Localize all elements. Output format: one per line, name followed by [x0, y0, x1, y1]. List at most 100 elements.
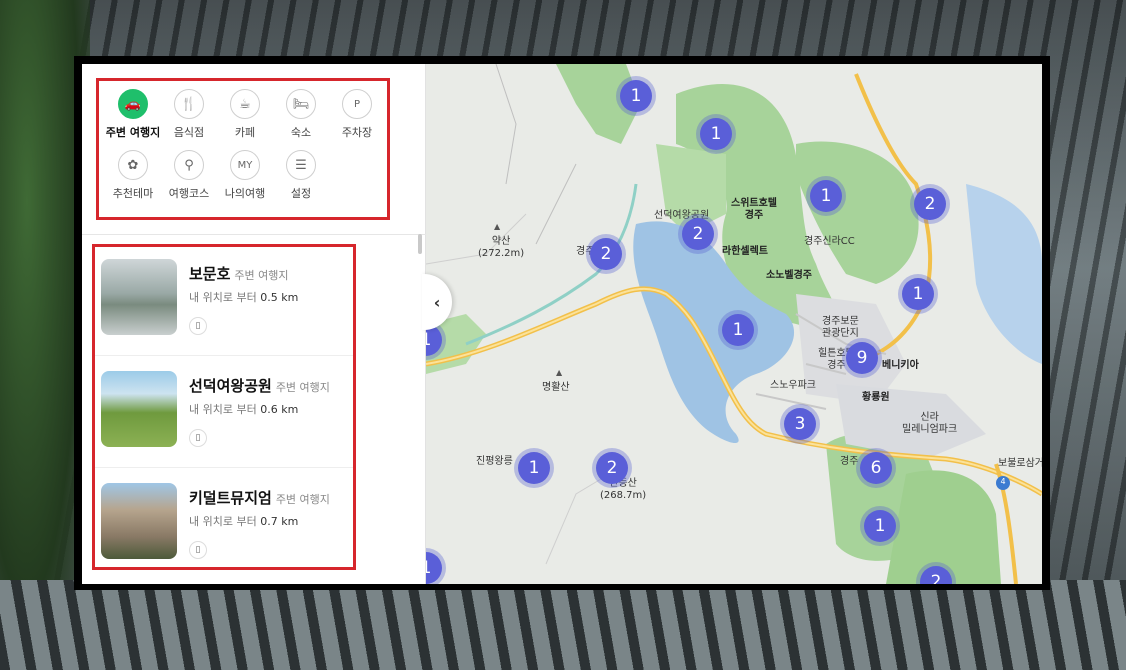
card-divider — [95, 355, 353, 356]
bookmark-icon[interactable]: ▯ — [189, 429, 207, 447]
cluster-count: 9 — [846, 342, 878, 374]
scrollbar[interactable] — [418, 234, 422, 254]
cluster-count: 1 — [864, 510, 896, 542]
cluster-count: 2 — [914, 188, 946, 220]
card-divider — [95, 467, 353, 468]
cluster-count: 2 — [682, 218, 714, 250]
app-frame: 🚗 주변 여행지 🍴 음식점 ☕ 카페 🛏 숙소 P 주차장 ✿ 추천테마 ⚲ 여행코스 MY 나의여행 ☰ 설정… — [74, 56, 1050, 590]
category-restaurant[interactable]: 🍴 음식점 — [161, 89, 217, 140]
bookmark-icon[interactable]: ▯ — [189, 317, 207, 335]
map-cluster-marker[interactable]: 2 — [592, 448, 632, 488]
place-name: 키덜트뮤지엄 주변 여행지 — [189, 489, 330, 507]
category-label: 음식점 — [173, 126, 205, 139]
map-cluster-marker[interactable]: 6 — [856, 448, 896, 488]
map-label-sonobel: 소노벨경주 — [766, 270, 812, 281]
map-label-yaksan: 약산 (272.2m) — [478, 236, 525, 259]
mountain-icon: ▲ — [556, 368, 563, 377]
sidebar: 🚗 주변 여행지 🍴 음식점 ☕ 카페 🛏 숙소 P 주차장 ✿ 추천테마 ⚲ 여행코스 MY 나의여행 ☰ 설정… — [82, 64, 426, 584]
route-icon: ⚲ — [174, 150, 204, 180]
map-cluster-marker[interactable]: 2 — [910, 184, 950, 224]
place-card-bomunho[interactable]: 보문호 주변 여행지 내 위치로 부터 0.5 km ▯ — [101, 255, 351, 355]
cluster-count: 6 — [860, 452, 892, 484]
category-theme[interactable]: ✿ 추천테마 — [105, 150, 161, 201]
map-cluster-marker[interactable]: 2 — [586, 234, 626, 274]
map-label-bomun-complex: 경주보문 관광단지 — [822, 316, 859, 339]
coffee-icon: ☕ — [230, 89, 260, 119]
cluster-count: 1 — [722, 314, 754, 346]
my-trip-icon: MY — [230, 150, 260, 180]
map-label-jinpyeong: 진평왕릉 — [476, 456, 513, 467]
place-card-kidult-museum[interactable]: 키덜트뮤지엄 주변 여행지 내 위치로 부터 0.7 km ▯ — [101, 479, 351, 579]
category-car[interactable]: 🚗 주변 여행지 — [105, 89, 161, 140]
route-4-shield-icon: 4 — [996, 476, 1010, 490]
map-cluster-marker[interactable]: 1 — [696, 114, 736, 154]
cluster-count: 1 — [620, 80, 652, 112]
map-label-shilla-cc: 경주신라CC — [804, 236, 855, 247]
mountain-icon: ▲ — [494, 222, 501, 231]
cluster-count: 1 — [902, 278, 934, 310]
category-bed[interactable]: 🛏 숙소 — [273, 89, 329, 140]
map-label-benikia: 베니키아 — [882, 360, 919, 371]
place-name: 선덕여왕공원 주변 여행지 — [189, 377, 330, 395]
cluster-count: 2 — [590, 238, 622, 270]
sidebar-divider — [82, 234, 426, 235]
place-thumbnail — [101, 259, 177, 335]
map-cluster-marker[interactable]: 1 — [514, 448, 554, 488]
background-roof-tiles — [0, 580, 1126, 670]
category-label: 주차장 — [341, 126, 373, 139]
chevron-left-icon: ‹ — [433, 292, 441, 312]
cluster-count: 2 — [596, 452, 628, 484]
category-label: 카페 — [234, 126, 256, 139]
map-cluster-marker[interactable]: 1 — [898, 274, 938, 314]
map-cluster-marker[interactable]: 2 — [678, 214, 718, 254]
map-cluster-marker[interactable]: 1 — [806, 176, 846, 216]
map-cluster-marker[interactable]: 1 — [616, 76, 656, 116]
map-label-lahan: 라한셀렉트 — [722, 246, 768, 257]
place-distance: 내 위치로 부터 0.5 km — [189, 291, 299, 304]
map-label-hwangnyongwon: 황룡원 — [862, 392, 890, 403]
map-view[interactable]: ▲ 약산(272.2m) ▲ 명활산 ▲ 한등산(268.7m) 스위트호텔경주… — [426, 64, 1042, 584]
map-cluster-marker[interactable]: 1 — [860, 506, 900, 546]
place-distance: 내 위치로 부터 0.7 km — [189, 515, 299, 528]
map-cluster-marker[interactable]: 1 — [718, 310, 758, 350]
category-panel: 🚗 주변 여행지 🍴 음식점 ☕ 카페 🛏 숙소 P 주차장 ✿ 추천테마 ⚲ 여행코스 MY 나의여행 ☰ 설정 — [96, 78, 390, 220]
settings-icon: ☰ — [286, 150, 316, 180]
category-route[interactable]: ⚲ 여행코스 — [161, 150, 217, 201]
restaurant-icon: 🍴 — [174, 89, 204, 119]
category-my-trip[interactable]: MY 나의여행 — [217, 150, 273, 201]
cluster-count: 1 — [426, 552, 442, 584]
cluster-count: 3 — [784, 408, 816, 440]
category-grid: 🚗 주변 여행지 🍴 음식점 ☕ 카페 🛏 숙소 P 주차장 ✿ 추천테마 ⚲ 여행코스 MY 나의여행 ☰ 설정 — [105, 89, 385, 201]
map-label-bobul: 보불로삼거 — [998, 458, 1042, 469]
place-thumbnail — [101, 483, 177, 559]
category-label: 나의여행 — [224, 187, 266, 200]
cluster-count: 2 — [920, 566, 952, 584]
map-label-shilla-millennium: 신라 밀레니엄파크 — [902, 412, 958, 435]
car-icon: 🚗 — [118, 89, 148, 119]
category-parking[interactable]: P 주차장 — [329, 89, 385, 140]
category-coffee[interactable]: ☕ 카페 — [217, 89, 273, 140]
category-label: 설정 — [290, 187, 312, 200]
place-type: 주변 여행지 — [234, 269, 289, 282]
map-label-snowpark: 스노우파크 — [770, 380, 816, 391]
cluster-count: 1 — [810, 180, 842, 212]
category-label: 여행코스 — [168, 187, 210, 200]
category-label: 추천테마 — [112, 187, 154, 200]
place-name: 보문호 주변 여행지 — [189, 265, 289, 283]
bookmark-icon[interactable]: ▯ — [189, 541, 207, 559]
category-label: 주변 여행지 — [105, 126, 161, 139]
app-window: 🚗 주변 여행지 🍴 음식점 ☕ 카페 🛏 숙소 P 주차장 ✿ 추천테마 ⚲ 여행코스 MY 나의여행 ☰ 설정… — [82, 64, 1042, 584]
parking-icon: P — [342, 89, 372, 119]
bed-icon: 🛏 — [286, 89, 316, 119]
place-card-seondeok-park[interactable]: 선덕여왕공원 주변 여행지 내 위치로 부터 0.6 km ▯ — [101, 367, 351, 467]
place-thumbnail — [101, 371, 177, 447]
map-cluster-marker[interactable]: 3 — [780, 404, 820, 444]
place-type: 주변 여행지 — [275, 381, 330, 394]
map-cluster-marker[interactable]: 9 — [842, 338, 882, 378]
category-label: 숙소 — [290, 126, 312, 139]
place-distance: 내 위치로 부터 0.6 km — [189, 403, 299, 416]
theme-icon: ✿ — [118, 150, 148, 180]
place-type: 주변 여행지 — [275, 493, 330, 506]
place-list: 보문호 주변 여행지 내 위치로 부터 0.5 km ▯ 선덕여왕공원 주변 여행지… — [92, 244, 356, 570]
category-settings[interactable]: ☰ 설정 — [273, 150, 329, 201]
